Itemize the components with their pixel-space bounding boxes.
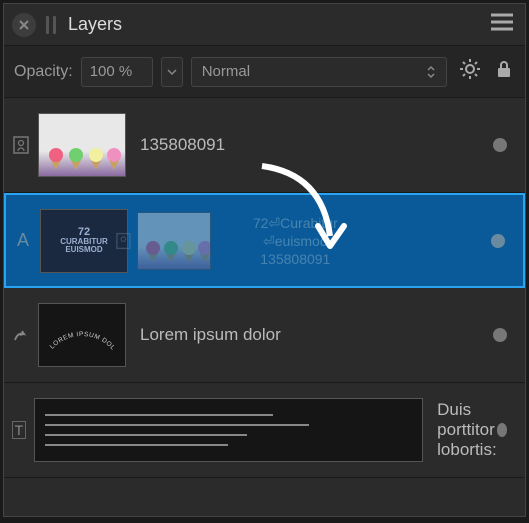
layer-type-image-icon xyxy=(4,136,38,154)
layer-row[interactable]: LOREM IPSUM DOLOR Lorem ipsum dolor xyxy=(4,288,525,383)
blend-mode-select[interactable]: Normal xyxy=(191,57,447,87)
opacity-input[interactable] xyxy=(81,57,153,87)
layer-name: Duis porttitor lobortis: xyxy=(437,400,497,460)
layer-row[interactable]: 135808091 xyxy=(4,98,525,193)
visibility-toggle[interactable] xyxy=(491,234,505,248)
opacity-dropdown-button[interactable] xyxy=(161,57,183,87)
blend-mode-value: Normal xyxy=(202,63,250,80)
svg-text:LOREM IPSUM DOLOR: LOREM IPSUM DOLOR xyxy=(42,310,117,352)
lock-icon[interactable] xyxy=(495,59,513,84)
layer-thumbnail: LOREM IPSUM DOLOR xyxy=(38,303,126,367)
panel-menu-button[interactable] xyxy=(491,13,513,36)
layer-thumbnail: 72 CURABITUR EUISMOD xyxy=(40,209,128,273)
layer-name: Lorem ipsum dolor xyxy=(140,325,493,345)
layer-thumbnail xyxy=(38,113,126,177)
layer-row[interactable]: T Duis porttitor lobortis: xyxy=(4,383,525,478)
layer-type-textblock-icon: T xyxy=(12,421,26,439)
visibility-toggle[interactable] xyxy=(497,423,507,437)
layer-row-selected[interactable]: A 72 CURABITUR EUISMOD 72⏎Curabitur ⏎eui… xyxy=(4,193,525,288)
layer-type-shape-icon xyxy=(4,326,38,344)
layer-type-text-icon: A xyxy=(6,230,40,251)
close-button[interactable] xyxy=(12,13,36,37)
gear-icon[interactable] xyxy=(459,58,481,85)
visibility-toggle[interactable] xyxy=(493,138,507,152)
visibility-toggle[interactable] xyxy=(493,328,507,342)
layer-thumbnail xyxy=(34,398,423,462)
layer-name: 135808091 xyxy=(140,135,493,155)
panel-title: Layers xyxy=(68,14,122,35)
dock-handle[interactable] xyxy=(46,16,56,34)
opacity-label: Opacity: xyxy=(14,63,73,81)
